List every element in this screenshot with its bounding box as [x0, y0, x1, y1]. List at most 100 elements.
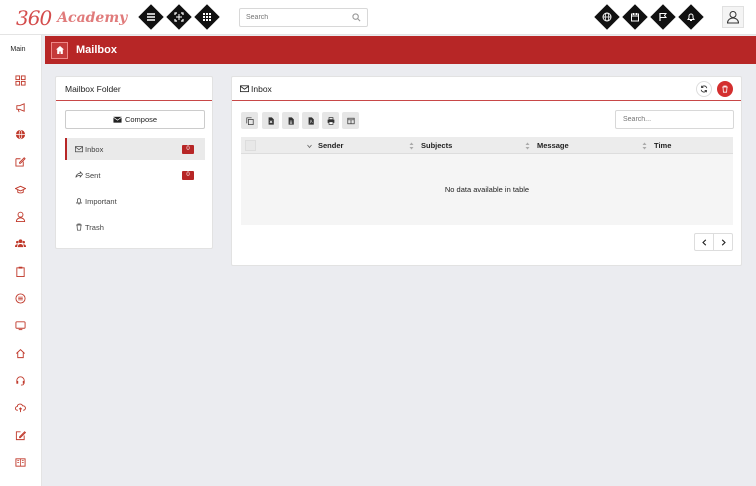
- envelope-icon: [113, 116, 122, 123]
- sent-count-badge: 0: [182, 171, 194, 180]
- compose-button[interactable]: Compose: [65, 110, 205, 129]
- refresh-icon: [700, 85, 708, 93]
- folder-item-important[interactable]: Important: [65, 190, 205, 212]
- book-icon: [14, 457, 26, 467]
- pdf-icon: [308, 116, 314, 125]
- sidebar-item-edit[interactable]: [14, 155, 26, 167]
- logo-text: Academy: [57, 10, 128, 26]
- megaphone-icon: [15, 102, 25, 112]
- column-visibility-button[interactable]: [342, 112, 359, 129]
- column-header-message[interactable]: Message: [537, 137, 569, 154]
- brand-logo[interactable]: 360 Academy: [16, 6, 136, 30]
- page-header: Mailbox: [45, 36, 756, 64]
- trash-icon: [722, 85, 728, 93]
- excel-export-button[interactable]: [262, 112, 279, 129]
- logo-number: 360: [16, 6, 52, 30]
- home-button[interactable]: [51, 41, 68, 59]
- sidebar-item-dashboard[interactable]: [14, 74, 26, 86]
- calendar-button[interactable]: [622, 4, 648, 30]
- empty-table-message: No data available in table: [444, 185, 530, 194]
- folder-label: Inbox: [85, 144, 104, 154]
- chevron-left-icon: [701, 238, 706, 246]
- sidebar-item-upload[interactable]: [14, 401, 26, 413]
- column-header-subjects[interactable]: Subjects: [421, 137, 452, 154]
- sidebar-item-notes[interactable]: [14, 429, 26, 441]
- table-header: Sender Subjects Message Time: [241, 137, 733, 154]
- users-icon: [14, 238, 26, 247]
- table-empty-row: No data available in table: [241, 154, 733, 225]
- compose-label: Compose: [124, 115, 158, 124]
- global-search: [239, 8, 368, 27]
- select-all-checkbox[interactable]: [245, 140, 256, 151]
- print-button[interactable]: [322, 112, 339, 129]
- sidebar-item-library[interactable]: [14, 456, 26, 468]
- sort-desc-icon[interactable]: [307, 143, 312, 151]
- user-icon: [726, 11, 740, 24]
- language-button[interactable]: [594, 4, 620, 30]
- sidebar-item-website[interactable]: [14, 128, 26, 140]
- top-bar: 360 Academy: [0, 0, 756, 35]
- excel-icon: [268, 116, 274, 125]
- sidebar-item-subscriptions[interactable]: [14, 292, 26, 304]
- csv-export-button[interactable]: [282, 112, 299, 129]
- next-page-button[interactable]: [714, 234, 732, 250]
- pagination: [694, 233, 733, 251]
- folder-item-trash[interactable]: Trash: [65, 216, 205, 238]
- envelope-icon: [75, 146, 83, 153]
- bell-icon: [75, 198, 83, 205]
- refresh-button[interactable]: [696, 81, 712, 97]
- trash-icon: [76, 223, 82, 231]
- sort-icon[interactable]: [642, 142, 647, 150]
- apps-grid-button[interactable]: [194, 4, 220, 30]
- sort-icon[interactable]: [409, 142, 414, 150]
- sidebar-item-support[interactable]: [14, 374, 26, 386]
- subscription-icon: [14, 292, 26, 304]
- copy-button[interactable]: [241, 112, 258, 129]
- search-icon[interactable]: [352, 13, 361, 22]
- pdf-export-button[interactable]: [302, 112, 319, 129]
- sidebar-item-live-class[interactable]: [14, 319, 26, 331]
- monitor-icon: [14, 320, 26, 330]
- calendar-icon: [631, 13, 639, 22]
- sidebar-item-profile[interactable]: [14, 210, 26, 222]
- chevron-right-icon: [721, 238, 726, 246]
- notifications-button[interactable]: [678, 4, 704, 30]
- mailbox-folder-panel: Mailbox Folder Compose Inbox 0 Sent 0 Im…: [55, 76, 213, 249]
- user-avatar[interactable]: [722, 6, 744, 28]
- clipboard-icon: [15, 266, 25, 277]
- dashboard-icon: [14, 74, 26, 86]
- delete-button[interactable]: [717, 81, 733, 97]
- fullscreen-icon: [174, 12, 184, 22]
- columns-icon: [346, 117, 355, 124]
- folder-item-inbox[interactable]: Inbox 0: [65, 138, 205, 160]
- fullscreen-button[interactable]: [166, 4, 192, 30]
- graduation-cap-icon: [14, 185, 26, 193]
- table-search-input[interactable]: [615, 110, 734, 129]
- inbox-panel: Inbox Sender Subjects Message Time No da…: [231, 76, 742, 266]
- menu-toggle-button[interactable]: [138, 4, 164, 30]
- pen-square-icon: [15, 430, 26, 440]
- mailbox-folder-title: Mailbox Folder: [56, 77, 212, 101]
- user-icon: [15, 211, 25, 222]
- sidebar-item-users[interactable]: [14, 237, 26, 249]
- menu-icon: [147, 13, 155, 21]
- sidebar-item-home[interactable]: [14, 347, 26, 359]
- copy-icon: [245, 116, 254, 125]
- folder-label: Sent: [85, 170, 101, 180]
- edit-icon: [14, 156, 26, 167]
- sidebar-item-academics[interactable]: [14, 183, 26, 195]
- page-title: Mailbox: [76, 44, 117, 56]
- column-header-sender[interactable]: Sender: [318, 137, 343, 154]
- prev-page-button[interactable]: [695, 234, 714, 250]
- global-search-input[interactable]: [240, 9, 340, 26]
- inbox-header: Inbox: [232, 77, 741, 101]
- print-icon: [327, 116, 334, 125]
- sort-icon[interactable]: [525, 142, 530, 150]
- column-header-time[interactable]: Time: [654, 137, 671, 154]
- folder-item-sent[interactable]: Sent 0: [65, 164, 205, 186]
- cloud-upload-icon: [14, 403, 26, 412]
- sidebar-item-tasks[interactable]: [14, 265, 26, 277]
- sidebar-item-announcements[interactable]: [14, 101, 26, 113]
- flag-button[interactable]: [650, 4, 676, 30]
- headset-icon: [15, 375, 25, 385]
